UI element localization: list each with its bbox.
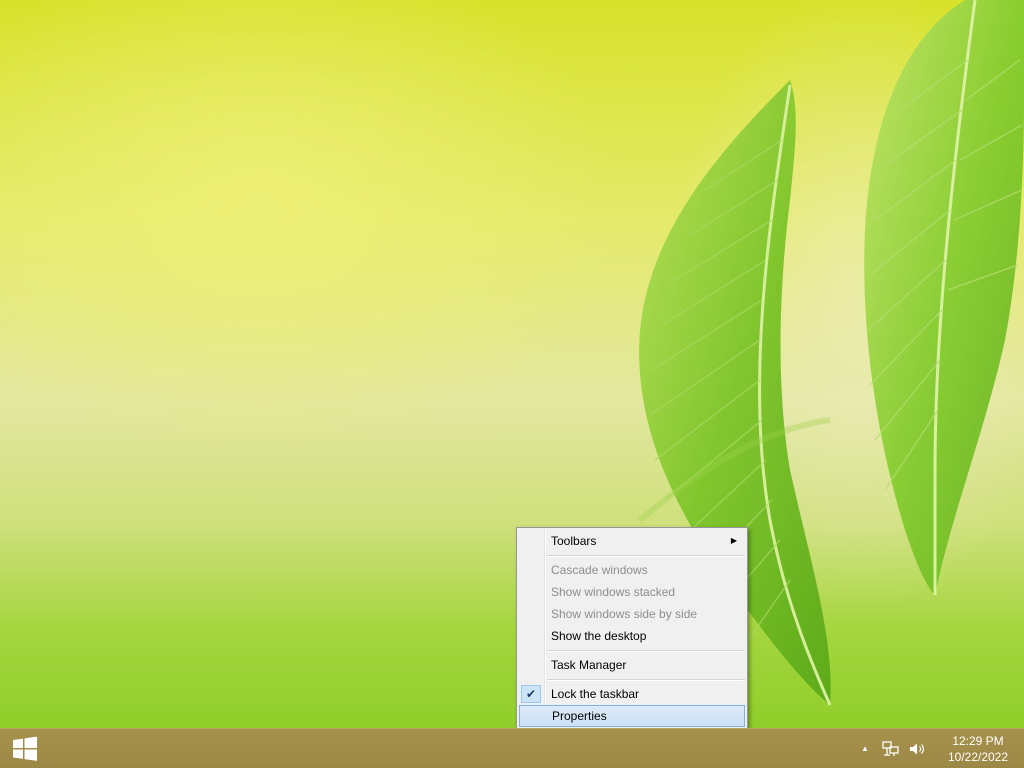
taskbar-context-menu: Toolbars ▶ Cascade windows Show windows … [516,527,748,730]
menu-item-show-the-desktop[interactable]: Show the desktop [519,625,745,647]
clock-time: 12:29 PM [952,733,1004,748]
chevron-up-icon: ▲ [861,744,869,753]
menu-item-label: Cascade windows [551,563,648,577]
menu-item-label: Show windows side by side [551,607,698,621]
start-button[interactable] [0,729,50,768]
volume-button[interactable] [905,737,929,761]
clock-button[interactable]: 12:29 PM 10/22/2022 [938,733,1018,765]
volume-icon [910,743,924,754]
menu-item-label: Lock the taskbar [551,687,640,701]
show-hidden-icons-button[interactable]: ▲ [853,737,877,761]
menu-separator [547,555,745,557]
menu-item-label: Show the desktop [551,629,647,643]
menu-item-cascade-windows[interactable]: Cascade windows [519,559,745,581]
menu-item-label: Properties [552,709,607,723]
wallpaper-leaves [638,0,1024,706]
network-icon [882,740,899,756]
menu-item-lock-the-taskbar[interactable]: ✔ Lock the taskbar [519,683,745,705]
menu-separator [547,650,745,652]
menu-separator [547,679,745,681]
network-button[interactable] [879,737,903,761]
menu-item-show-windows-side-by-side[interactable]: Show windows side by side [519,603,745,625]
checkmark-icon: ✔ [521,685,541,703]
desktop-background[interactable] [0,0,1024,728]
menu-item-show-windows-stacked[interactable]: Show windows stacked [519,581,745,603]
menu-item-properties[interactable]: Properties [519,705,745,727]
menu-item-toolbars[interactable]: Toolbars ▶ [519,530,745,552]
clock-date: 10/22/2022 [947,749,1009,764]
submenu-arrow-icon: ▶ [730,536,737,545]
menu-item-label: Task Manager [551,658,627,672]
notification-area: ▲ 12:29 PM 10/22/2022 [852,729,1024,768]
menu-item-task-manager[interactable]: Task Manager [519,654,745,676]
menu-item-label: Show windows stacked [551,585,676,599]
menu-item-label: Toolbars [551,534,597,548]
taskbar[interactable]: ▲ 12:29 PM 10/22/2022 [0,728,1024,768]
windows-logo-icon [13,736,37,761]
